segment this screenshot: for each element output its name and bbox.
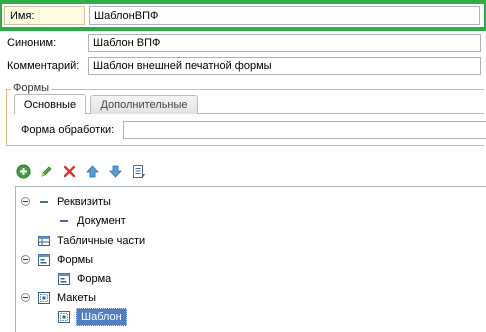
tree-toolbar bbox=[15, 163, 147, 181]
edit-button[interactable] bbox=[38, 163, 55, 180]
delete-icon bbox=[63, 165, 76, 178]
comment-input[interactable]: Шаблон внешней печатной формы bbox=[88, 57, 481, 75]
tree-node-label: Шаблон bbox=[76, 307, 127, 326]
attribute-icon bbox=[60, 219, 68, 222]
tree-node-attributes[interactable]: Реквизиты bbox=[21, 192, 111, 211]
structure-tree[interactable]: Реквизиты Документ Табличные части Формы… bbox=[15, 186, 486, 332]
move-up-icon bbox=[86, 165, 99, 178]
attribute-icon bbox=[40, 200, 48, 203]
processing-form-row: Форма обработки: bbox=[0, 118, 486, 142]
list-icon bbox=[133, 165, 145, 178]
comment-row: Комментарий: Шаблон внешней печатной фор… bbox=[0, 54, 486, 78]
comment-label: Комментарий: bbox=[7, 60, 80, 72]
collapse-toggle-icon[interactable] bbox=[21, 293, 30, 302]
add-icon bbox=[16, 164, 31, 179]
tree-node-forms[interactable]: Формы bbox=[21, 250, 93, 269]
synonym-label: Синоним: bbox=[7, 37, 57, 49]
move-up-button[interactable] bbox=[84, 163, 101, 180]
tree-node-label: Формы bbox=[57, 253, 94, 266]
tree-node-tabular-sections[interactable]: Табличные части bbox=[37, 231, 145, 250]
collapse-toggle-icon[interactable] bbox=[21, 197, 30, 206]
tree-node-document[interactable]: Документ bbox=[57, 211, 126, 230]
processing-form-input[interactable] bbox=[123, 121, 486, 139]
tree-node-templates[interactable]: Макеты bbox=[21, 288, 96, 307]
tree-node-label: Табличные части bbox=[57, 234, 146, 247]
tree-node-template-selected[interactable]: Шаблон bbox=[57, 307, 127, 326]
name-row: Имя: ШаблонВПФ bbox=[2, 4, 484, 27]
form-icon bbox=[58, 272, 70, 285]
processing-form-label: Форма обработки: bbox=[21, 124, 115, 136]
tab-main[interactable]: Основные bbox=[14, 94, 86, 114]
tab-additional-label: Дополнительные bbox=[100, 99, 188, 111]
tree-node-label: Макеты bbox=[57, 291, 97, 304]
form-icon bbox=[38, 253, 50, 266]
move-down-icon bbox=[109, 165, 122, 178]
tab-main-label: Основные bbox=[23, 98, 77, 111]
edit-icon bbox=[41, 166, 52, 177]
tree-node-label: Реквизиты bbox=[57, 195, 111, 208]
move-down-button[interactable] bbox=[107, 163, 124, 180]
synonym-row: Синоним: Шаблон ВПФ bbox=[0, 31, 486, 55]
list-button[interactable] bbox=[130, 163, 147, 180]
template-icon bbox=[38, 291, 50, 304]
properties-window: Имя: ШаблонВПФ Синоним: Шаблон ВПФ Комме… bbox=[0, 0, 486, 332]
tab-additional[interactable]: Дополнительные bbox=[90, 95, 198, 114]
template-icon bbox=[58, 310, 70, 323]
delete-button[interactable] bbox=[61, 163, 78, 180]
synonym-input[interactable]: Шаблон ВПФ bbox=[88, 34, 481, 52]
name-label: Имя: bbox=[4, 6, 85, 25]
name-input[interactable]: ШаблонВПФ bbox=[89, 6, 480, 25]
tree-node-label: Документ bbox=[77, 214, 126, 227]
tree-node-form[interactable]: Форма bbox=[57, 269, 111, 288]
name-row-focus-frame: Имя: ШаблонВПФ bbox=[0, 0, 486, 31]
add-button[interactable] bbox=[15, 163, 32, 180]
collapse-toggle-icon[interactable] bbox=[21, 255, 30, 264]
tree-node-label: Форма bbox=[77, 272, 112, 285]
forms-group-title: Формы bbox=[11, 82, 52, 94]
table-icon bbox=[38, 235, 50, 246]
